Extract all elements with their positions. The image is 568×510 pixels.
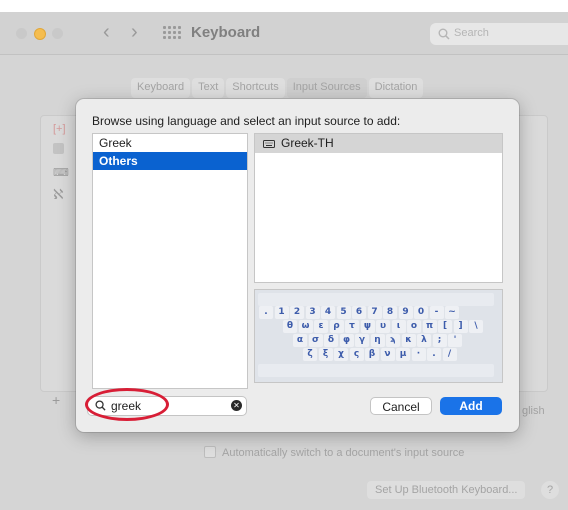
annotation-circle: [85, 388, 169, 421]
zoom-window-button[interactable]: [52, 28, 63, 39]
keyboard-key: χ: [334, 348, 348, 361]
keyboard-key: 7: [367, 306, 382, 319]
keyboard-key: -: [429, 306, 444, 319]
keyboard-row: ζ ξ χ ς β ν μ ·. /: [255, 348, 502, 362]
keyboard-icon: [263, 140, 275, 148]
keyboard-key: 9: [398, 306, 413, 319]
forward-chevron-icon[interactable]: ›: [131, 21, 138, 43]
language-item-others[interactable]: Others: [93, 152, 247, 170]
preferences-search-field[interactable]: Search: [430, 23, 568, 45]
tab-input-sources[interactable]: Input Sources: [286, 78, 367, 98]
flag-icon: [+]: [53, 123, 66, 135]
keyboard-key: ζ: [303, 348, 317, 361]
space-bar-key: [258, 364, 494, 377]
auto-switch-option[interactable]: Automatically switch to a document's inp…: [204, 446, 464, 459]
window-title: Keyboard: [191, 24, 261, 41]
keyboard-key: σ: [308, 334, 323, 347]
keyboard-key: 5: [336, 306, 351, 319]
keyboard-key: φ: [339, 334, 354, 347]
keyboard-key: [: [438, 320, 452, 333]
tab-dictation[interactable]: Dictation: [368, 78, 424, 98]
keyboard-key: ς: [349, 348, 364, 361]
tab-shortcuts[interactable]: Shortcuts: [226, 78, 285, 98]
keyboard-key: α: [293, 334, 307, 347]
keyboard-row: α σ δ φ γ η ϡ κ λ; ': [255, 334, 502, 348]
clear-search-icon[interactable]: ✕: [231, 400, 242, 411]
keyboard-key: ξ: [318, 348, 333, 361]
cancel-button[interactable]: Cancel: [370, 397, 432, 415]
keyboard-key: ;: [432, 334, 447, 347]
keyboard-key: π: [422, 320, 437, 333]
keyboard-key: ]: [453, 320, 468, 333]
back-chevron-icon[interactable]: ‹: [103, 21, 110, 43]
keyboard-key: η: [370, 334, 385, 347]
keyboard-key: β: [365, 348, 379, 361]
add-input-source-sheet: Browse using language and select an inpu…: [76, 99, 519, 432]
keyboard-key: ε: [314, 320, 328, 333]
preference-tabs: Keyboard Text Shortcuts Input Sources Di…: [131, 78, 424, 98]
keyboard-key: δ: [324, 334, 338, 347]
keyboard-key: μ: [396, 348, 410, 361]
keyboard-row-blank-top: [255, 293, 502, 307]
language-list[interactable]: Greek Others: [92, 133, 248, 389]
keyboard-icon: ⌨: [53, 167, 69, 179]
title-bar: ‹ › Keyboard Search: [0, 12, 568, 55]
keyboard-key: /: [442, 348, 457, 361]
tab-text[interactable]: Text: [192, 78, 225, 98]
keyboard-key: ϡ: [386, 334, 400, 347]
keyboard-key: λ: [417, 334, 431, 347]
language-item-greek[interactable]: Greek: [93, 134, 247, 152]
keyboard-key: ο: [407, 320, 421, 333]
keyboard-key: .: [427, 348, 441, 361]
keyboard-row: . 1 2 3 4 5 6 7 8 9 0- ~: [255, 306, 502, 320]
add-input-source-button[interactable]: +: [52, 392, 60, 408]
keyboard-key: τ: [345, 320, 359, 333]
keyboard-key: 4: [321, 306, 335, 319]
keyboard-key: ι: [391, 320, 406, 333]
show-all-grid-icon[interactable]: [163, 26, 181, 40]
keyboard-key: ψ: [360, 320, 375, 333]
keyboard-layout-preview: . 1 2 3 4 5 6 7 8 9 0- ~ θ ω ε ρ τ ψ υ ι ο π[] \ α σ δ φ γ η ϡ κ λ; ' …: [254, 289, 503, 383]
keyboard-key: 3: [305, 306, 320, 319]
keyboard-key: ρ: [329, 320, 344, 333]
keyboard-key: \: [469, 320, 483, 333]
show-input-menu-label: glish: [522, 405, 545, 417]
keyboard-key: γ: [355, 334, 369, 347]
hebrew-input-icon: ℵ: [53, 186, 64, 202]
keyboard-key: θ: [283, 320, 297, 333]
keyboard-key: 8: [383, 306, 397, 319]
auto-switch-label: Automatically switch to a document's inp…: [222, 447, 465, 459]
keyboard-key: ω: [298, 320, 313, 333]
keyboard-key: ν: [380, 348, 395, 361]
sheet-prompt: Browse using language and select an inpu…: [92, 114, 401, 128]
tab-keyboard[interactable]: Keyboard: [131, 78, 191, 98]
input-source-label: Greek-TH: [281, 136, 334, 150]
blank-key: [258, 293, 494, 306]
input-source-icon: [53, 143, 64, 154]
auto-switch-checkbox[interactable]: [204, 446, 216, 458]
keyboard-row: θ ω ε ρ τ ψ υ ι ο π[] \: [255, 320, 502, 334]
keyboard-key: ·: [411, 348, 426, 361]
add-button[interactable]: Add: [440, 397, 502, 415]
bluetooth-keyboard-button[interactable]: Set Up Bluetooth Keyboard...: [367, 481, 526, 499]
keyboard-key: 6: [352, 306, 366, 319]
keyboard-key: 0: [414, 306, 428, 319]
search-placeholder: Search: [454, 27, 489, 39]
keyboard-row-space: [255, 364, 502, 378]
keyboard-key: υ: [376, 320, 390, 333]
keyboard-key: 2: [290, 306, 304, 319]
keyboard-key: 1: [274, 306, 289, 319]
input-source-list[interactable]: Greek-TH: [254, 133, 503, 283]
help-button[interactable]: ?: [541, 481, 559, 499]
keyboard-key: ~: [445, 306, 459, 319]
search-icon: [438, 28, 450, 40]
minimize-window-button[interactable]: [34, 28, 46, 40]
keyboard-key: κ: [401, 334, 416, 347]
input-source-item-greek-th[interactable]: Greek-TH: [255, 134, 502, 153]
keyboard-key: ': [448, 334, 462, 347]
close-window-button[interactable]: [16, 28, 27, 39]
keyboard-key: .: [259, 306, 273, 319]
